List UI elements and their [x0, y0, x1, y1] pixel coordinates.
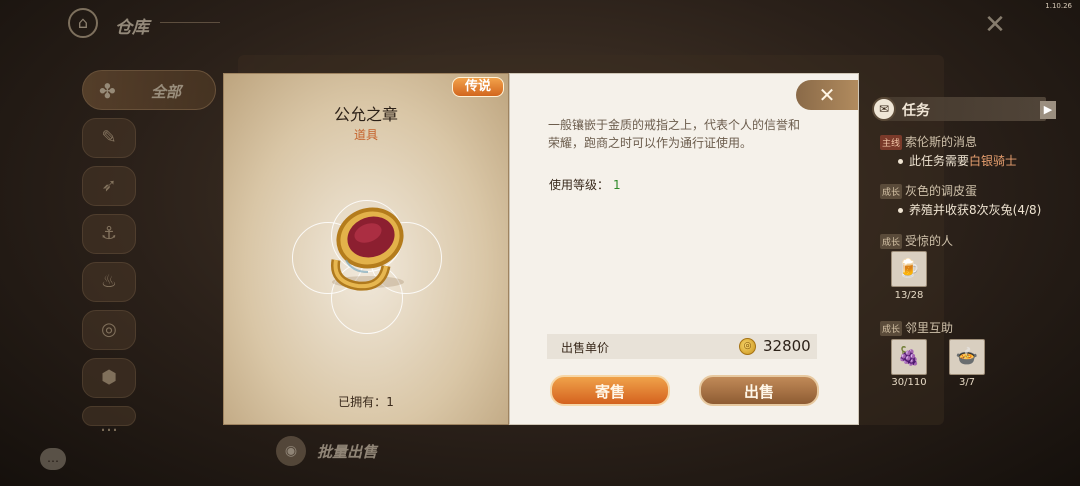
quest-tag: 成长: [880, 234, 903, 249]
bulk-sell-button[interactable]: ◉ 批量出售: [276, 436, 377, 466]
quest-item[interactable]: 成长 邻里互助: [880, 319, 1060, 336]
quest-panel: ✉ 任务 ▶ 主线 索伦斯的消息 此任务需要白银骑士 成长 灰色的调皮蛋 养殖并收获…: [872, 95, 1060, 395]
sidebar-item-shield[interactable]: ⬢: [82, 358, 136, 398]
quest-desc-highlight: 白银骑士: [969, 154, 1018, 168]
anchor-icon: ⚓: [100, 223, 118, 244]
sell-button[interactable]: 出售: [699, 375, 819, 406]
quest-name: 灰色的调皮蛋: [905, 184, 978, 198]
version-label: 1.10.26: [1045, 2, 1072, 10]
quest-scroll-icon: ✉: [872, 97, 896, 121]
quest-desc: 养殖并收获8次灰兔(4/8): [898, 201, 1068, 218]
consign-button[interactable]: 寄售: [550, 375, 670, 406]
chat-icon[interactable]: …: [40, 448, 66, 470]
use-level-value: 1: [613, 178, 621, 192]
sidebar-item-anchor[interactable]: ⚓: [82, 214, 136, 254]
sidebar-item-pot[interactable]: ♨: [82, 262, 136, 302]
quest-desc-text: 养殖并收获8次灰兔(4/8): [909, 203, 1042, 217]
quest-tag: 成长: [880, 184, 903, 199]
swirl-icon: ◎: [101, 319, 117, 340]
item-type: 道具: [353, 128, 378, 142]
page-title: 仓库: [115, 18, 149, 38]
clover-icon: ✤: [99, 79, 116, 103]
close-icon[interactable]: ✕: [980, 10, 1010, 40]
quest-desc: 此任务需要白银骑士: [898, 152, 1068, 169]
item-name: 公允之章: [333, 105, 398, 124]
home-icon[interactable]: ⌂: [68, 8, 98, 38]
sidebar-item-swirl[interactable]: ◎: [82, 310, 136, 350]
sidebar-item-more[interactable]: …: [82, 406, 136, 436]
item-description: 一般镶嵌于金质的戒指之上，代表个人的信誉和荣耀，跑商之时可以作为通行证使用。: [548, 118, 801, 150]
quest-item-count: 13/28: [894, 290, 924, 301]
coin-icon: ◎: [739, 338, 756, 355]
quest-name: 受惊的人: [905, 234, 954, 248]
quest-item[interactable]: 主线 索伦斯的消息: [880, 133, 1060, 150]
shield-icon: ⬢: [101, 367, 117, 388]
price-label: 出售单价: [561, 341, 610, 355]
quest-collapse-arrow-icon[interactable]: ▶: [1040, 101, 1056, 119]
rarity-badge: 传说: [452, 77, 504, 97]
quest-item-count: 3/7: [958, 377, 976, 388]
quest-tag: 成长: [880, 321, 903, 336]
quest-item[interactable]: 成长 灰色的调皮蛋: [880, 182, 1060, 199]
sidebar-item-bow[interactable]: ➶: [82, 166, 136, 206]
more-icon: …: [100, 415, 118, 436]
bag-icon: ◉: [276, 436, 306, 466]
quest-title: 任务: [902, 103, 930, 119]
use-level-label: 使用等级：: [549, 178, 610, 192]
owned-label: 已拥有：: [338, 395, 387, 409]
use-level: 使用等级： 1: [549, 176, 621, 193]
bow-icon: ➶: [101, 175, 117, 196]
sidebar-item-weapon[interactable]: ✎: [82, 118, 136, 158]
quest-item[interactable]: 成长 受惊的人: [880, 232, 1060, 249]
beer-icon[interactable]: 🍺: [891, 251, 927, 287]
quest-tag: 主线: [880, 135, 903, 150]
price-row: 出售单价 ◎ 32800: [547, 334, 817, 359]
ring-icon: [330, 207, 404, 291]
owned-count: 已拥有：1: [223, 393, 509, 410]
close-button[interactable]: ✕: [796, 80, 858, 110]
title-divider: [160, 22, 220, 23]
sidebar-item-all[interactable]: ✤ 全部: [82, 70, 216, 110]
pot-icon: ♨: [100, 271, 118, 292]
grape-icon[interactable]: 🍇: [891, 339, 927, 375]
quest-name: 邻里互助: [905, 321, 954, 335]
price-value: 32800: [763, 337, 811, 355]
owned-value: 1: [386, 395, 394, 409]
quest-name: 索伦斯的消息: [905, 135, 978, 149]
feather-icon: ✎: [101, 127, 117, 148]
quest-desc-text: 此任务需要: [909, 154, 970, 168]
bulk-sell-label: 批量出售: [317, 442, 378, 461]
dish-icon[interactable]: 🍲: [949, 339, 985, 375]
close-icon: ✕: [818, 83, 836, 107]
quest-header[interactable]: ✉ 任务: [872, 97, 1046, 121]
quest-item-count: 30/110: [891, 377, 927, 388]
sidebar-item-label: 全部: [151, 83, 182, 101]
